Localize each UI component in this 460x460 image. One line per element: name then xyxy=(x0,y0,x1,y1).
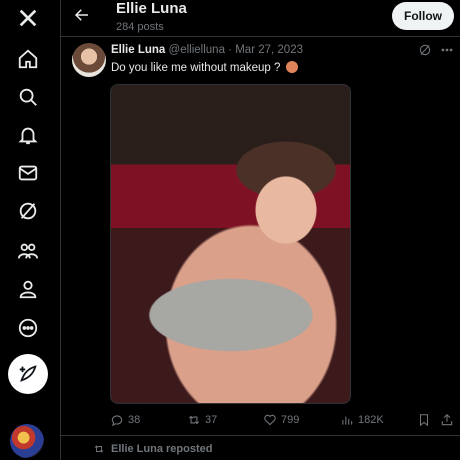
repost-button[interactable]: 37 xyxy=(187,412,217,428)
post-date[interactable]: Mar 27, 2023 xyxy=(235,44,303,56)
repost-icon xyxy=(94,445,104,453)
heart-icon xyxy=(264,414,276,426)
repost-count: 37 xyxy=(205,414,218,426)
home-icon[interactable] xyxy=(14,45,42,73)
tweet-text-content: Do you like me without makeup ? xyxy=(111,62,281,74)
author-name[interactable]: Ellie Luna xyxy=(111,44,165,56)
back-arrow-icon[interactable] xyxy=(73,6,95,28)
search-icon[interactable] xyxy=(14,83,42,111)
tweet-photo[interactable] xyxy=(110,84,351,404)
compose-post-icon xyxy=(19,365,37,382)
author-avatar[interactable] xyxy=(72,43,106,77)
repost-icon xyxy=(188,415,200,425)
reply-icon xyxy=(111,415,123,427)
follow-button[interactable]: Follow xyxy=(392,2,454,30)
bookmark-button[interactable] xyxy=(417,412,435,428)
post-count: 284 posts xyxy=(116,21,164,33)
reply-button[interactable]: 38 xyxy=(110,412,140,428)
repost-indicator[interactable]: Ellie Luna reposted xyxy=(93,443,212,455)
author-line: Ellie Luna @ellielluna · Mar 27, 2023 xyxy=(111,44,303,56)
views-button[interactable]: 182K xyxy=(340,412,384,428)
tweet[interactable]: Ellie Luna @ellielluna · Mar 27, 2023 Do… xyxy=(60,36,460,436)
profile-name: Ellie Luna xyxy=(116,0,187,17)
messages-envelope-icon[interactable] xyxy=(14,159,42,187)
grok-icon[interactable] xyxy=(418,43,432,57)
x-logo-icon[interactable] xyxy=(14,4,42,32)
author-handle[interactable]: @ellielluna xyxy=(169,44,225,56)
grok-icon[interactable] xyxy=(14,197,42,225)
share-button[interactable] xyxy=(440,412,458,428)
like-count: 799 xyxy=(281,414,300,426)
more-circle-icon[interactable] xyxy=(14,314,42,342)
sidebar xyxy=(0,0,61,460)
compose-post-button[interactable] xyxy=(8,354,48,394)
communities-icon[interactable] xyxy=(14,237,42,265)
account-avatar[interactable] xyxy=(10,424,44,458)
repost-text: Ellie Luna reposted xyxy=(111,443,213,455)
reply-count: 38 xyxy=(128,414,141,426)
person-gesturing-emoji xyxy=(285,61,298,73)
profile-icon[interactable] xyxy=(14,275,42,303)
profile-header: Ellie Luna 284 posts Follow xyxy=(60,0,460,36)
views-count: 182K xyxy=(358,414,384,426)
bookmark-icon xyxy=(419,414,429,427)
views-chart-icon xyxy=(342,416,353,425)
notifications-bell-icon[interactable] xyxy=(14,121,42,149)
separator-dot: · xyxy=(228,44,233,56)
tweet-text: Do you like me without makeup ? xyxy=(111,61,298,74)
share-icon xyxy=(441,414,453,426)
more-options-icon[interactable] xyxy=(440,43,454,57)
like-button[interactable]: 799 xyxy=(263,412,299,428)
